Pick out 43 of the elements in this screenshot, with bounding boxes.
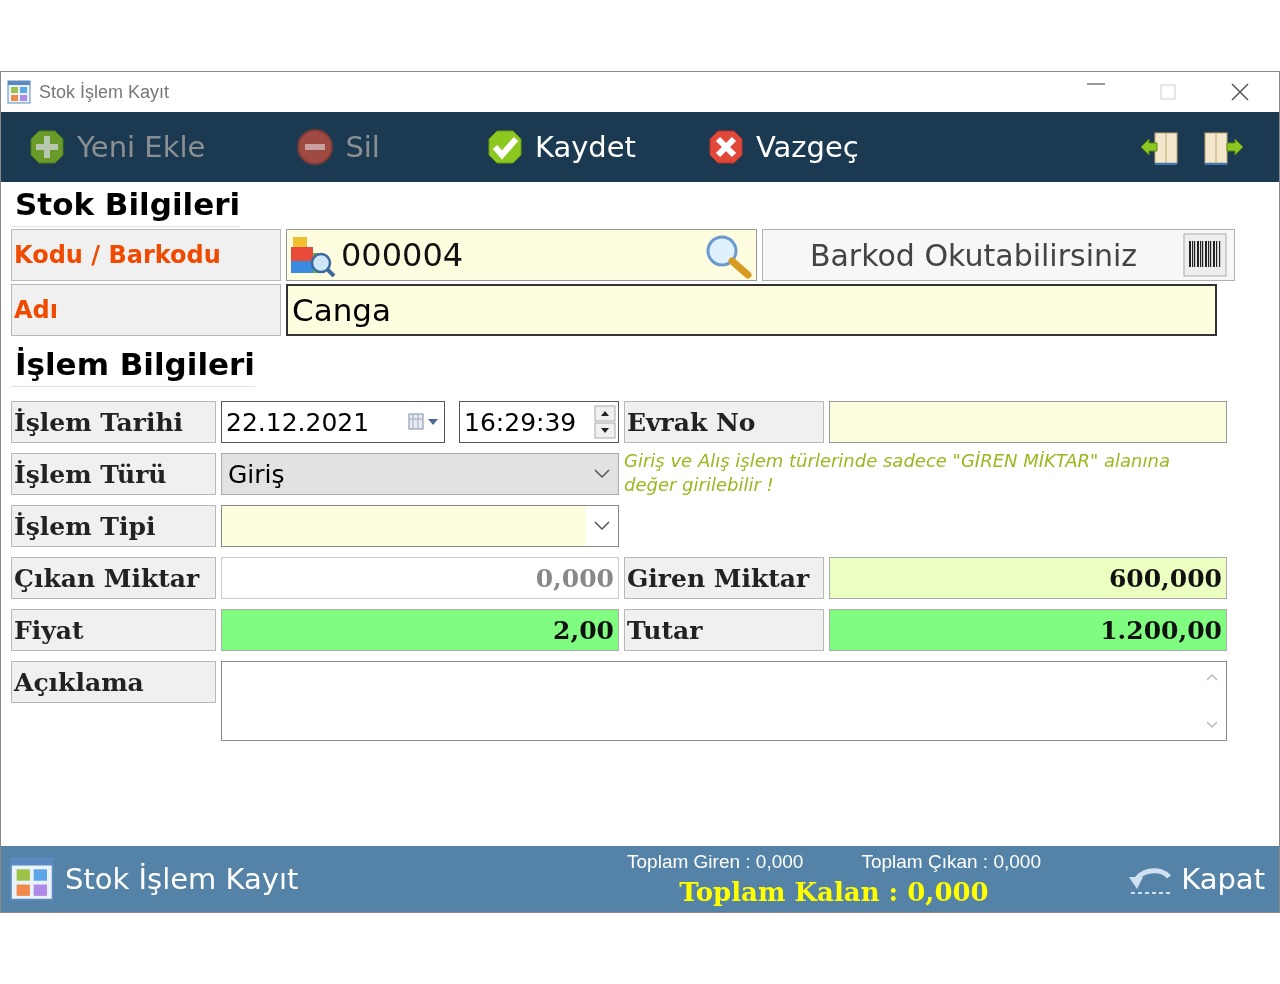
close-icon [1231,83,1249,101]
field-label: Giren Miktar [624,557,824,599]
app-icon [7,80,31,104]
field-label: İşlem Tipi [11,505,216,547]
subtype-dropdown[interactable] [221,505,619,547]
field-label: İşlem Türü [11,453,216,495]
quantity-field[interactable]: 600,000 [829,557,1227,599]
total-remaining-text: Toplam Kalan : 0,000 [679,877,989,907]
total-out-text: Toplam Çıkan : 0,000 [861,851,1041,873]
code-field[interactable]: 000004 [286,229,757,281]
calendar-dropdown-icon [408,412,440,432]
hint-text: Giriş ve Alış işlem türlerinde sadece "GİREN MİKTAR" alanına değer girilebilir ! [624,449,1171,497]
field-label: Açıklama [11,661,216,703]
document-number-field[interactable] [829,401,1227,443]
description-field[interactable] [221,661,1227,741]
footer-title: Stok İşlem Kayıt [65,862,299,896]
toolbar-button[interactable]: Kaydet [478,125,640,169]
chevron-down-icon [594,521,610,531]
name-field[interactable]: Canga [286,284,1217,336]
toolbar-button[interactable]: Vazgeç [700,125,863,169]
spin-buttons-icon [594,405,616,439]
app-icon [9,856,55,902]
maximize-icon [1159,83,1177,101]
time-field[interactable]: 16:29:39 [459,401,619,443]
field-label: Adı [11,284,281,336]
chevron-down-icon [594,469,610,479]
window-title: Stok İşlem Kayıt [39,81,170,103]
date-field[interactable]: 22.12.2021 [221,401,445,443]
field-label: Fiyat [11,609,216,651]
total-in-text: Toplam Giren : 0,000 [627,851,804,873]
minimize-icon [1087,83,1105,85]
price-field[interactable]: 2,00 [221,609,619,651]
field-label: Tutar [624,609,824,651]
section-title: Stok Bilgileri [11,182,241,227]
field-label: Evrak No [624,401,824,443]
close-button[interactable]: Kapat [1125,861,1265,897]
field-label: Çıkan Miktar [11,557,216,599]
barcode-icon [1183,233,1227,277]
barcode-field[interactable]: Barkod Okutabilirsiniz [762,229,1235,281]
amount-field[interactable]: 1.200,00 [829,609,1227,651]
field-label: İşlem Tarihi [11,401,216,443]
section-title: İşlem Bilgileri [11,342,255,387]
field-label: Kodu / Barkodu [11,229,281,281]
